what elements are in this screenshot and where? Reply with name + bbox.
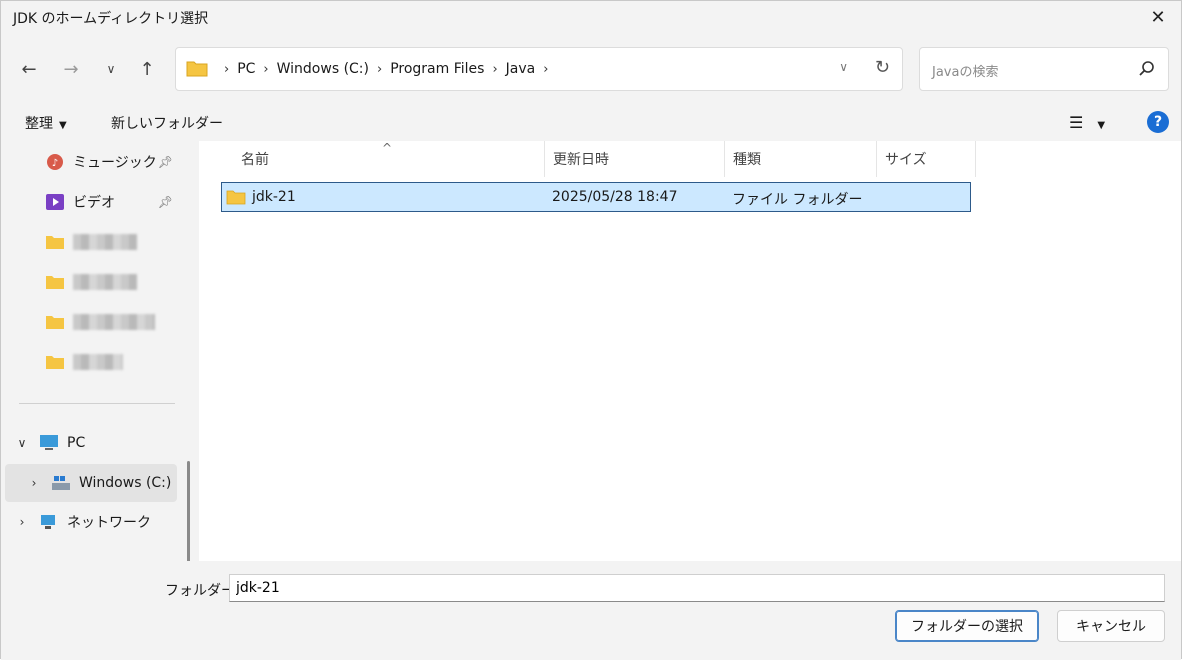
sidebar-item-pc[interactable]: ∨ PC bbox=[1, 426, 179, 460]
network-icon bbox=[41, 515, 55, 529]
forward-button[interactable]: → bbox=[57, 55, 85, 83]
column-header-size[interactable]: サイズ bbox=[877, 141, 976, 177]
command-bar: 整理 ▼ 新しいフォルダー ☰ ▼ bbox=[1, 105, 1181, 139]
table-row[interactable]: jdk-21 2025/05/28 18:47 ファイル フォルダー bbox=[221, 182, 971, 212]
arrow-right-icon: → bbox=[63, 58, 79, 80]
file-modified: 2025/05/28 18:47 bbox=[552, 189, 678, 205]
chevron-right-icon: › bbox=[492, 61, 498, 77]
sidebar-item-folder[interactable] bbox=[1, 345, 179, 379]
back-button[interactable]: ← bbox=[15, 55, 43, 83]
breadcrumb: › PC › Windows (C:) › Program Files › Ja… bbox=[216, 61, 556, 77]
file-name: jdk-21 bbox=[252, 189, 296, 205]
crumb-java[interactable]: Java bbox=[506, 61, 536, 77]
organize-menu[interactable]: 整理 ▼ bbox=[25, 113, 67, 133]
column-header-name[interactable]: 名前 bbox=[233, 141, 545, 177]
window-title: JDK のホームディレクトリ選択 bbox=[13, 11, 209, 27]
view-options-button[interactable]: ☰ ▼ bbox=[1069, 113, 1105, 132]
redacted-label bbox=[73, 234, 137, 250]
sidebar-item-label: ネットワーク bbox=[67, 515, 151, 531]
list-view-icon: ☰ bbox=[1069, 113, 1084, 132]
pin-icon[interactable]: 📌︎ bbox=[158, 155, 173, 169]
column-header-type[interactable]: 種類 bbox=[725, 141, 877, 177]
column-header-modified[interactable]: 更新日時 bbox=[545, 141, 725, 177]
pin-icon[interactable]: 📌︎ bbox=[158, 195, 173, 209]
dialog-footer: フォルダー: フォルダーの選択 キャンセル bbox=[1, 561, 1181, 660]
close-icon: ✕ bbox=[1150, 6, 1166, 28]
title-bar: JDK のホームディレクトリ選択 ✕ bbox=[1, 1, 1181, 33]
search-box[interactable]: Javaの検索 bbox=[919, 47, 1169, 91]
divider bbox=[19, 403, 175, 404]
sidebar-item-folder[interactable] bbox=[1, 265, 179, 299]
new-folder-button[interactable]: 新しいフォルダー bbox=[111, 113, 223, 133]
navigation-pane: ♪ ミュージック 📌︎ ビデオ 📌︎ ∨ PC › Windows (C:) ›… bbox=[1, 141, 197, 657]
svg-text:♪: ♪ bbox=[52, 158, 58, 169]
caret-down-icon: ▼ bbox=[1097, 120, 1106, 131]
sidebar-item-windows-drive[interactable]: › Windows (C:) bbox=[5, 464, 177, 502]
chevron-right-icon: › bbox=[377, 61, 383, 77]
sidebar-item-label: ミュージック bbox=[73, 155, 157, 171]
search-input[interactable]: Javaの検索 bbox=[932, 61, 998, 80]
up-button[interactable]: ↑ bbox=[133, 55, 161, 83]
folder-icon bbox=[46, 356, 64, 369]
folder-picker-dialog: JDK のホームディレクトリ選択 ✕ ← → ∨ ↑ › PC › Window… bbox=[0, 0, 1182, 660]
cancel-button[interactable]: キャンセル bbox=[1057, 610, 1165, 642]
arrow-up-icon: ↑ bbox=[139, 58, 155, 80]
organize-label: 整理 bbox=[25, 116, 53, 132]
chevron-down-icon[interactable]: ∨ bbox=[13, 436, 31, 450]
folder-icon bbox=[46, 236, 64, 249]
sidebar-item-label: PC bbox=[67, 435, 86, 451]
arrow-left-icon: ← bbox=[21, 58, 37, 80]
close-button[interactable]: ✕ bbox=[1135, 1, 1181, 33]
caret-down-icon: ▼ bbox=[59, 120, 67, 131]
crumb-program-files[interactable]: Program Files bbox=[390, 61, 484, 77]
crumb-windows[interactable]: Windows (C:) bbox=[277, 61, 369, 77]
folder-icon bbox=[46, 276, 64, 289]
sidebar-item-label: Windows (C:) bbox=[79, 475, 172, 491]
drive-icon bbox=[52, 476, 70, 490]
chevron-down-icon: ∨ bbox=[106, 62, 116, 76]
folder-name-field[interactable] bbox=[229, 574, 1165, 602]
chevron-right-icon: › bbox=[543, 61, 549, 77]
help-icon[interactable]: ? bbox=[1147, 111, 1169, 133]
sidebar-item-music[interactable]: ♪ ミュージック 📌︎ bbox=[1, 145, 179, 179]
redacted-label bbox=[73, 274, 137, 290]
computer-icon bbox=[40, 435, 58, 450]
file-list: ^ 名前 更新日時 種類 サイズ jdk-21 2025/05/28 18:47… bbox=[199, 141, 1181, 561]
folder-icon bbox=[226, 190, 246, 205]
chevron-right-icon: › bbox=[224, 61, 230, 77]
select-folder-button[interactable]: フォルダーの選択 bbox=[895, 610, 1039, 642]
address-history-dropdown[interactable]: ∨ bbox=[839, 60, 848, 74]
redacted-label bbox=[73, 354, 123, 370]
crumb-pc[interactable]: PC bbox=[237, 61, 255, 77]
chevron-right-icon: › bbox=[263, 61, 269, 77]
search-icon[interactable] bbox=[1138, 60, 1156, 78]
file-type: ファイル フォルダー bbox=[732, 192, 863, 208]
folder-icon bbox=[186, 61, 208, 77]
music-icon: ♪ bbox=[47, 154, 63, 170]
chevron-right-icon[interactable]: › bbox=[13, 515, 31, 529]
address-bar[interactable]: › PC › Windows (C:) › Program Files › Ja… bbox=[175, 47, 903, 91]
sidebar-item-network[interactable]: › ネットワーク bbox=[1, 505, 179, 539]
sidebar-item-label: ビデオ bbox=[73, 195, 115, 211]
chevron-right-icon[interactable]: › bbox=[25, 476, 43, 490]
video-icon bbox=[46, 194, 64, 210]
sidebar-item-folder[interactable] bbox=[1, 225, 179, 259]
sidebar-item-folder[interactable] bbox=[1, 305, 179, 339]
folder-icon bbox=[46, 316, 64, 329]
recent-locations-button[interactable]: ∨ bbox=[97, 55, 125, 83]
navigation-bar: ← → ∨ ↑ › PC › Windows (C:) › Program Fi… bbox=[1, 43, 1181, 93]
redacted-label bbox=[73, 314, 155, 330]
sidebar-item-video[interactable]: ビデオ 📌︎ bbox=[1, 185, 179, 219]
refresh-icon[interactable]: ↻ bbox=[875, 57, 890, 78]
